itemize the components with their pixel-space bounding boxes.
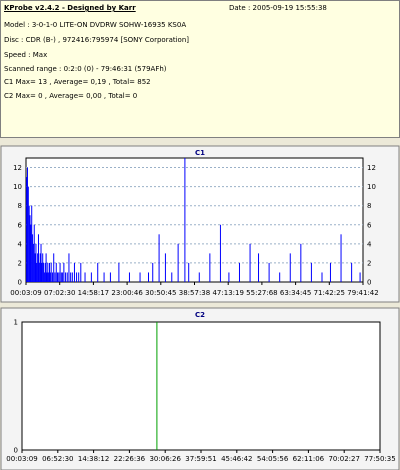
- chart-title-c1: C1: [195, 149, 205, 157]
- y-tick-label: 0: [14, 447, 18, 455]
- y-tick-label: 1: [14, 319, 18, 327]
- x-tick-label: 77:50:35: [364, 455, 395, 463]
- charts-area: C10 02 24 46 68 810 1012 1200:03:09 07:02:30 14:5…: [0, 145, 400, 470]
- x-tick-label: 38:57:38: [179, 289, 210, 297]
- x-tick-label: 63:34:45: [280, 289, 311, 297]
- x-tick-label: 55:27:68: [246, 289, 277, 297]
- y-tick-label: 8: [18, 202, 22, 210]
- x-tick-label: 00:03:09: [10, 289, 41, 297]
- x-tick-label: 45:46:42: [221, 455, 252, 463]
- y-tick-label-right: 12: [367, 164, 376, 172]
- x-tick-label: 06:52:30: [42, 455, 73, 463]
- y-tick-label-right: 10: [367, 183, 376, 191]
- chart-title-c2: C2: [195, 311, 205, 319]
- x-tick-label: 79:41:42: [347, 289, 378, 297]
- y-tick-label: 4: [18, 240, 23, 248]
- x-tick-label: 00:03:09: [6, 455, 37, 463]
- x-tick-label: 23:00:46: [111, 289, 143, 297]
- x-tick-label: 54:05:56: [257, 455, 289, 463]
- y-tick-label-right: 0: [367, 279, 371, 287]
- x-tick-label: 37:59:51: [185, 455, 216, 463]
- y-tick-label-right: 8: [367, 202, 371, 210]
- y-tick-label-right: 6: [367, 221, 372, 229]
- x-tick-label: 30:06:26: [149, 455, 181, 463]
- y-tick-label-right: 2: [367, 259, 371, 267]
- x-tick-label: 47:13:19: [212, 289, 243, 297]
- x-tick-label: 62:11:06: [293, 455, 325, 463]
- x-tick-label: 71:42:25: [314, 289, 345, 297]
- x-tick-label: 30:50:45: [145, 289, 176, 297]
- x-tick-label: 22:26:36: [114, 455, 146, 463]
- y-tick-label: 2: [18, 259, 22, 267]
- x-tick-label: 70:02:27: [328, 455, 359, 463]
- plot-area-c2: [21, 321, 381, 451]
- x-tick-label: 14:58:17: [78, 289, 109, 297]
- x-tick-label: 07:02:30: [44, 289, 75, 297]
- y-tick-label: 0: [18, 279, 22, 287]
- x-tick-label: 14:38:12: [78, 455, 109, 463]
- y-tick-label-right: 4: [367, 240, 372, 248]
- y-tick-label: 6: [18, 221, 23, 229]
- y-tick-label: 12: [13, 164, 22, 172]
- y-tick-label: 10: [13, 183, 22, 191]
